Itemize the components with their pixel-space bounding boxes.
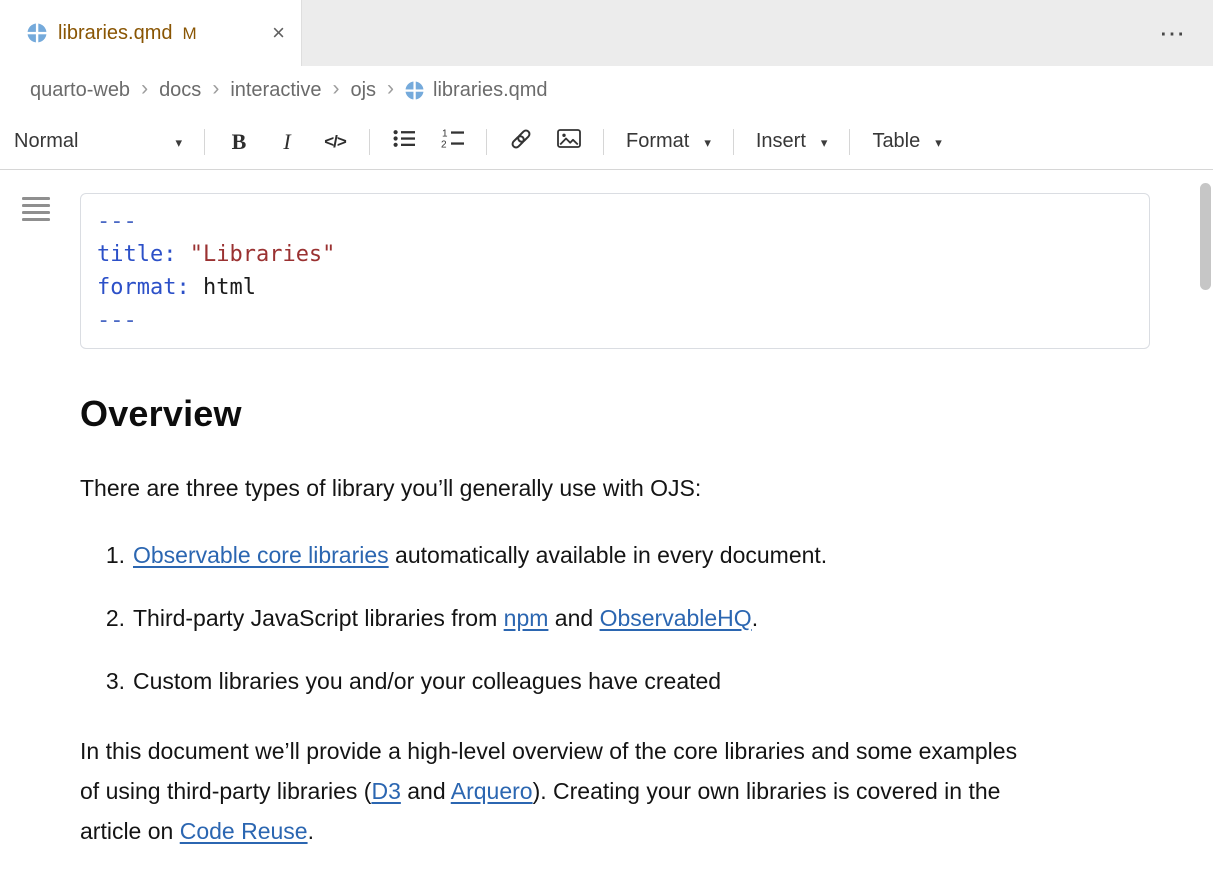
breadcrumb-item-ojs[interactable]: ojs xyxy=(350,79,376,102)
breadcrumb-item-interactive[interactable]: interactive xyxy=(230,79,321,102)
list-item: 3. Custom libraries you and/or your coll… xyxy=(103,668,1213,695)
toolbar-separator xyxy=(849,129,850,155)
breadcrumb: quarto-web › docs › interactive › ojs › … xyxy=(0,66,1213,114)
yaml-delimiter-bottom: --- xyxy=(97,308,137,333)
link-observablehq[interactable]: ObservableHQ xyxy=(600,605,752,631)
breadcrumb-item-libraries-qmd[interactable]: libraries.qmd xyxy=(433,79,547,102)
intro-paragraph: There are three types of library you’ll … xyxy=(80,475,1213,502)
quarto-icon xyxy=(27,23,47,43)
yaml-delimiter-top: --- xyxy=(97,209,137,234)
list-item-text-before: Third-party JavaScript libraries from xyxy=(133,605,504,631)
toolbar-separator xyxy=(603,129,604,155)
insert-menu-button[interactable]: Insert ▾ xyxy=(744,124,840,159)
image-button[interactable] xyxy=(545,122,593,162)
git-modified-badge: M xyxy=(182,22,196,44)
format-menu-button[interactable]: Format ▾ xyxy=(614,124,723,159)
bullet-list-icon xyxy=(393,129,416,154)
tab-libraries-qmd[interactable]: libraries.qmd M × xyxy=(0,0,302,66)
italic-button[interactable]: I xyxy=(263,122,311,162)
breadcrumb-separator-icon: › xyxy=(331,77,340,103)
link-arquero[interactable]: Arquero xyxy=(451,778,533,804)
list-number: 3. xyxy=(103,668,125,695)
chevron-down-icon: ▾ xyxy=(821,133,828,151)
editor-toolbar: Normal ▾ B I </> 12 xyxy=(0,114,1213,170)
numbered-list-button[interactable]: 12 xyxy=(428,122,476,162)
toolbar-separator xyxy=(733,129,734,155)
yaml-metadata-block[interactable]: --- title: "Libraries" format: html --- xyxy=(80,193,1150,349)
bold-button[interactable]: B xyxy=(215,122,263,162)
list-item-text-after: . xyxy=(752,605,758,631)
toolbar-separator xyxy=(486,129,487,155)
insert-menu-label: Insert xyxy=(756,130,806,153)
list-item: 2. Third-party JavaScript libraries from… xyxy=(103,605,1213,632)
chevron-down-icon: ▾ xyxy=(704,133,711,151)
table-menu-button[interactable]: Table ▾ xyxy=(860,124,953,159)
yaml-format-value: html xyxy=(190,275,256,300)
tab-bar-spacer xyxy=(302,0,1131,66)
list-item-text: Observable core libraries automatically … xyxy=(133,542,827,569)
svg-text:2: 2 xyxy=(441,140,447,150)
tab-title: libraries.qmd xyxy=(58,22,172,45)
svg-text:1: 1 xyxy=(442,129,448,140)
yaml-format-key: format: xyxy=(97,275,190,300)
yaml-title-value: "Libraries" xyxy=(176,242,335,267)
breadcrumb-separator-icon: › xyxy=(211,77,220,103)
quarto-visual-editor-window: libraries.qmd M × ⋯ quarto-web › docs › … xyxy=(0,0,1213,889)
outline-icon xyxy=(22,211,52,226)
toolbar-separator xyxy=(204,129,205,155)
image-icon xyxy=(557,129,581,154)
toolbar-separator xyxy=(369,129,370,155)
list-item: 1. Observable core libraries automatical… xyxy=(103,542,1213,569)
breadcrumb-separator-icon: › xyxy=(140,77,149,103)
list-item-text: Third-party JavaScript libraries from np… xyxy=(133,605,758,632)
close-tab-icon[interactable]: × xyxy=(272,22,285,44)
quarto-icon xyxy=(405,81,424,100)
outro-text: and xyxy=(401,778,451,804)
breadcrumb-item-quarto-web[interactable]: quarto-web xyxy=(30,79,130,102)
table-menu-label: Table xyxy=(872,130,920,153)
link-npm[interactable]: npm xyxy=(504,605,549,631)
format-menu-label: Format xyxy=(626,130,689,153)
chevron-down-icon: ▾ xyxy=(175,133,182,151)
paragraph-style-value: Normal xyxy=(14,130,78,153)
link-d3[interactable]: D3 xyxy=(371,778,400,804)
link-code-reuse[interactable]: Code Reuse xyxy=(180,818,308,844)
ordered-list: 1. Observable core libraries automatical… xyxy=(80,542,1213,695)
breadcrumb-separator-icon: › xyxy=(386,77,395,103)
yaml-title-key: title: xyxy=(97,242,176,267)
code-button[interactable]: </> xyxy=(311,122,359,162)
link-icon xyxy=(509,127,533,157)
outro-text: . xyxy=(308,818,314,844)
list-item-text-after: automatically available in every documen… xyxy=(389,542,828,568)
heading-overview: Overview xyxy=(80,393,1213,435)
outro-paragraph: In this document we’ll provide a high-le… xyxy=(80,731,1025,851)
list-number: 2. xyxy=(103,605,125,632)
outline-button[interactable] xyxy=(22,196,52,226)
link-button[interactable] xyxy=(497,122,545,162)
vertical-scrollbar-thumb[interactable] xyxy=(1200,183,1211,290)
tab-bar: libraries.qmd M × ⋯ xyxy=(0,0,1213,66)
list-number: 1. xyxy=(103,542,125,569)
more-actions-button[interactable]: ⋯ xyxy=(1131,0,1213,66)
paragraph-style-dropdown[interactable]: Normal ▾ xyxy=(12,124,194,159)
bullet-list-button[interactable] xyxy=(380,122,428,162)
editor-content[interactable]: --- title: "Libraries" format: html --- … xyxy=(0,170,1213,851)
chevron-down-icon: ▾ xyxy=(935,133,942,151)
list-item-text-mid: and xyxy=(548,605,599,631)
breadcrumb-item-docs[interactable]: docs xyxy=(159,79,201,102)
list-item-text: Custom libraries you and/or your colleag… xyxy=(133,668,721,695)
numbered-list-icon: 12 xyxy=(440,128,465,155)
link-observable-core-libraries[interactable]: Observable core libraries xyxy=(133,542,389,568)
